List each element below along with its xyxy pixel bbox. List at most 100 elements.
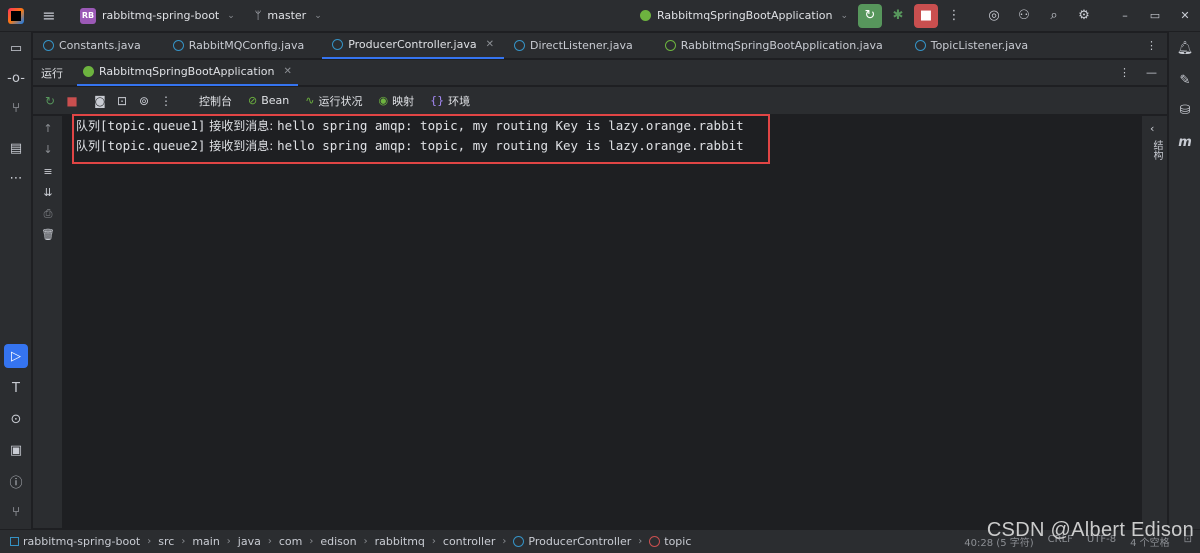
run-config-tab[interactable]: RabbitmqSpringBootApplication ✕ [77,60,298,86]
build-hammer-icon[interactable]: T [4,376,28,400]
run-icon[interactable]: ▷ [4,344,28,368]
breadcrumb-item[interactable]: rabbitmq [375,535,425,548]
search-icon[interactable]: ⌕ [1042,4,1066,28]
received-label: 接收到消息: [205,139,278,153]
soft-wrap-icon[interactable]: ≡ [40,165,56,181]
console-line: 队列[topic.queue2] 接收到消息: hello spring amq… [76,136,744,156]
more-icon[interactable]: ⋮ [155,94,177,108]
settings-gear-icon[interactable]: ⚙ [1072,4,1096,28]
minimize-window-button[interactable]: – [1110,9,1140,22]
breadcrumb-item[interactable]: com [279,535,303,548]
profiler-icon[interactable]: ⊚ [133,94,155,108]
tab-label: Bean [261,94,290,107]
tab-bean[interactable]: ⊘ Bean [240,94,297,107]
problems-icon[interactable]: ⓘ [4,469,28,493]
run-config-selector[interactable]: RabbitmqSpringBootApplication ⌄ [640,9,848,22]
print-icon[interactable]: ⎙ [40,207,56,223]
stop-button[interactable]: ■ [914,3,938,28]
editor-tab[interactable]: RabbitMQConfig.java [163,33,314,59]
pull-requests-icon[interactable]: ⑂ [4,96,28,120]
git-icon[interactable]: ⑂ [4,500,28,524]
breadcrumb-class[interactable]: ProducerController [513,535,631,548]
health-icon: ∿ [305,94,315,107]
bean-icon: ⊘ [248,94,258,107]
console-gutter: ↑ ↓ ≡ ⇊ ⎙ 🗑︎ [33,116,63,528]
clear-trash-icon[interactable]: 🗑︎ [40,228,56,244]
tab-mapping[interactable]: ◉ 映射 [370,93,422,109]
breadcrumb-method[interactable]: topic [649,535,691,548]
breadcrumb-label: rabbitmq-spring-boot [23,535,141,548]
close-tab-icon[interactable]: ✕ [283,66,291,77]
tab-health[interactable]: ∿ 运行状况 [297,93,370,109]
structure-icon[interactable]: ▤ [4,136,28,160]
java-class-icon [43,40,54,51]
ai-assistant-icon[interactable]: ✎ [1173,68,1197,92]
more-tabs-icon[interactable]: ⋮ [1146,39,1157,52]
console-line: 队列[topic.queue1] 接收到消息: hello spring amq… [76,116,744,136]
maven-icon[interactable]: m [1173,130,1197,154]
breadcrumb-separator: › [181,536,186,547]
editor-tab[interactable]: DirectListener.java [504,33,643,59]
editor-tab-active[interactable]: ProducerController.java ✕ [322,33,504,59]
debug-button[interactable]: ✱ [886,4,910,28]
editor-tab-label: RabbitMQConfig.java [188,39,305,52]
rerun-icon[interactable]: ↻ [39,94,61,108]
tab-label: 映射 [392,94,415,108]
breadcrumb-item[interactable]: main [192,535,219,548]
breadcrumb-label: ProducerController [528,535,632,548]
breadcrumb-label: controller [442,535,496,548]
more-tools-icon[interactable]: ⋯ [4,166,28,190]
panel-options-icon[interactable]: ⋮ [1119,66,1130,79]
main-menu-icon[interactable]: ≡ [40,6,58,25]
commit-icon[interactable]: -o- [4,66,28,90]
screenshot-icon[interactable]: ◙ [89,94,111,108]
restore-window-button[interactable]: ▭ [1140,9,1170,22]
editor-tab-label: ProducerController.java [348,38,477,51]
scroll-to-end-icon[interactable]: ⇊ [40,186,56,202]
services-icon[interactable]: ⊙ [4,407,28,431]
structure-side-label[interactable]: 结构 [1149,140,1164,160]
java-class-icon [513,40,525,51]
project-folder-icon[interactable]: ▭ [4,36,28,60]
close-tab-icon[interactable]: ✕ [486,39,494,50]
rerun-button[interactable]: ↻ [858,3,882,28]
breadcrumb-item[interactable]: controller [443,535,495,548]
tab-environment[interactable]: {} 环境 [422,93,478,109]
code-with-me-icon[interactable]: ◎ [982,4,1006,28]
notifications-icon[interactable]: 🔔︎ [1173,36,1197,60]
chevron-left-icon[interactable]: ‹ [1150,122,1154,135]
editor-tab-label: DirectListener.java [529,39,633,52]
database-icon[interactable]: ⛁ [1173,98,1197,122]
more-actions-icon[interactable]: ⋮ [942,4,966,28]
breadcrumb-module[interactable]: rabbitmq-spring-boot [10,535,140,548]
git-branch-icon: ᛘ [254,9,262,22]
branch-name: master [267,9,307,22]
left-tool-window-bar: ▭ -o- ⑂ ▤ ⋯ ▷ T ⊙ ▣ ⓘ ⑂ [0,32,32,529]
editor-tab[interactable]: Constants.java [33,33,151,59]
breadcrumb-item[interactable]: edison [320,535,356,548]
console-output[interactable]: 队列[topic.queue1] 接收到消息: hello spring amq… [64,114,1141,528]
arrow-down-icon[interactable]: ↓ [40,143,56,159]
hide-panel-icon[interactable]: — [1146,66,1157,79]
breadcrumb-item[interactable]: java [238,535,261,548]
project-badge: RB [80,7,96,24]
project-selector[interactable]: RB rabbitmq-spring-boot ⌄ [74,5,241,27]
queue-name: [topic.queue2] [100,138,206,153]
breadcrumb-item[interactable]: src [158,535,174,548]
editor-tab-label: TopicListener.java [930,39,1029,52]
stop-icon[interactable]: ■ [61,94,83,108]
terminal-icon[interactable]: ▣ [4,438,28,462]
tab-console[interactable]: 控制台 [191,93,240,109]
close-window-button[interactable]: ✕ [1170,9,1200,22]
arrow-up-icon[interactable]: ↑ [40,122,56,138]
project-name: rabbitmq-spring-boot [102,9,220,22]
queue-prefix: 队列 [76,139,101,153]
branch-selector[interactable]: ᛘ master ⌄ [255,9,322,22]
editor-tab[interactable]: TopicListener.java [905,33,1038,59]
breadcrumb-separator: › [309,536,314,547]
editor-tab[interactable]: RabbitmqSpringBootApplication.java [655,33,893,59]
editor-tab-label: RabbitmqSpringBootApplication.java [680,39,883,52]
dump-threads-icon[interactable]: ⊡ [111,94,133,108]
intellij-logo-icon [8,7,24,24]
add-user-icon[interactable]: ⚇ [1012,4,1036,28]
